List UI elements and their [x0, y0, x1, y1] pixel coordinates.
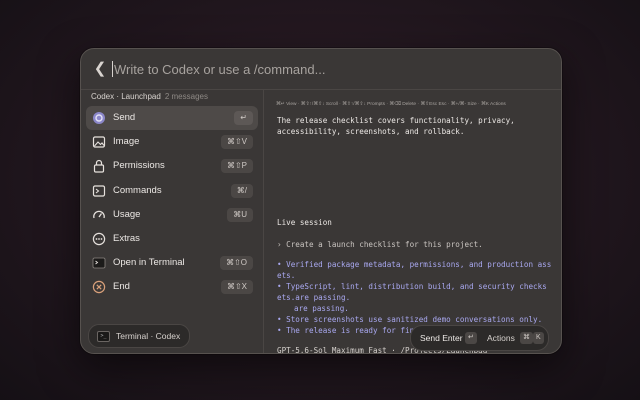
- conversation-header: Codex · Launchpad 2 messages: [91, 92, 208, 101]
- shortcut-key: ⌘⇧V: [220, 135, 253, 150]
- shortcut-key: ⌘/: [230, 183, 253, 198]
- menu-item-image[interactable]: Image ⌘⇧V: [86, 130, 258, 154]
- menu-item-extras[interactable]: Extras: [86, 227, 258, 251]
- enter-key-icon: ↵: [465, 332, 477, 344]
- terminal-chip-label: Terminal · Codex: [116, 331, 181, 341]
- terminal-codex-chip[interactable]: >_ Terminal · Codex: [88, 324, 191, 348]
- gauge-icon: [93, 210, 105, 218]
- menu-item-usage[interactable]: Usage ⌘U: [86, 203, 258, 227]
- transcript-pane: ⌘↵ View · ⌘⇧↑/⌘⇧↓ Scroll · ⌘⇧↑/⌘⇧↓ Promp…: [264, 89, 561, 353]
- terminal-icon: >_: [97, 330, 110, 342]
- assistant-summary: The release checklist covers functionali…: [277, 116, 515, 136]
- footer-actions: Send Enter ↵ Actions ⌘ K: [410, 325, 549, 351]
- action-menu: Send ↵ Image ⌘⇧V Permissions ⌘⇧P Command…: [86, 106, 258, 300]
- actions-button[interactable]: Actions: [487, 333, 515, 343]
- menu-item-send[interactable]: Send ↵: [86, 106, 258, 131]
- terminal-icon: [92, 257, 106, 269]
- menu-item-label: Image: [113, 136, 140, 148]
- bullet-line: ets.: [277, 271, 296, 280]
- text-caret: [112, 61, 113, 77]
- codex-command-panel: ❮ Codex · Launchpad2 messages Send ↵ Ima…: [80, 48, 562, 354]
- menu-item-commands[interactable]: Commands ⌘/: [86, 179, 258, 203]
- bullet-line: • Verified package metadata, permissions…: [277, 260, 552, 269]
- message-count: 2 messages: [164, 92, 208, 101]
- bullet-line: are passing.: [294, 304, 349, 313]
- sidebar: Codex · Launchpad 2 messages Send ↵ Image…: [81, 89, 263, 353]
- shortcut-key: ⌘⇧O: [220, 256, 253, 271]
- shortcut-key: ⌘⇧X: [220, 280, 253, 295]
- terminal-prompt-icon: [92, 184, 106, 197]
- conversation-title: Codex · Launchpad: [91, 92, 161, 101]
- command-input[interactable]: [114, 58, 534, 80]
- more-dots-icon: [92, 232, 106, 246]
- shortcut-key: ↵: [234, 111, 253, 125]
- bullet-line: ets.are passing.: [277, 293, 351, 302]
- cmd-key: ⌘: [520, 332, 533, 344]
- menu-item-label: Open in Terminal: [113, 257, 185, 269]
- menu-item-permissions[interactable]: Permissions ⌘⇧P: [86, 154, 258, 178]
- menu-item-label: Permissions: [113, 160, 165, 172]
- user-prompt: › Create a launch checklist for this pro…: [277, 240, 483, 249]
- command-bar: ❮: [81, 49, 561, 90]
- shortcut-hints: ⌘↵ View · ⌘⇧↑/⌘⇧↓ Scroll · ⌘⇧↑/⌘⇧↓ Promp…: [276, 102, 506, 107]
- bullet-line: • TypeScript, lint, distribution build, …: [277, 282, 547, 291]
- send-enter-button[interactable]: Send Enter: [420, 333, 463, 343]
- close-circle-icon: [92, 281, 106, 294]
- codex-logo-icon: [93, 112, 105, 124]
- menu-item-open-in-terminal[interactable]: Open in Terminal ⌘⇧O: [86, 251, 258, 275]
- bullet-line: • Store screenshots use sanitized demo c…: [277, 315, 543, 324]
- menu-item-end[interactable]: End ⌘⇧X: [86, 275, 258, 299]
- menu-item-label: Extras: [113, 232, 140, 244]
- back-chevron-icon[interactable]: ❮: [91, 60, 109, 78]
- session-title: Live session: [277, 218, 332, 227]
- menu-item-label: Commands: [113, 184, 162, 196]
- shortcut-key: ⌘⇧P: [220, 159, 253, 174]
- menu-item-label: Send: [113, 112, 136, 123]
- menu-item-label: End: [113, 281, 130, 293]
- menu-item-label: Usage: [113, 208, 141, 220]
- k-key: K: [533, 332, 544, 344]
- image-icon: [92, 136, 106, 148]
- lock-icon: [93, 160, 105, 173]
- shortcut-key: ⌘U: [227, 207, 253, 222]
